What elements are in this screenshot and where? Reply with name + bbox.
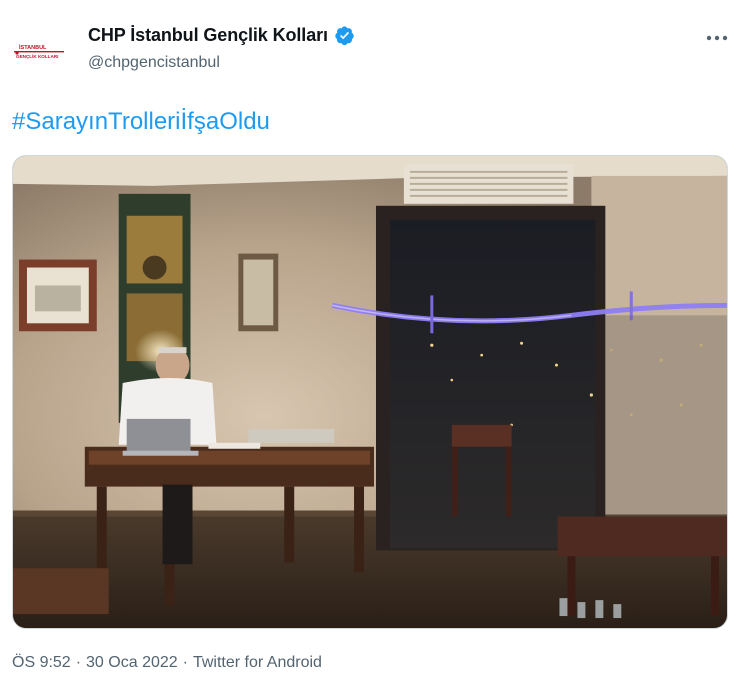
- avatar[interactable]: İSTANBUL GENÇLİK KOLLARI: [10, 22, 68, 80]
- meta-separator: ·: [182, 654, 188, 671]
- author-display-name[interactable]: CHP İstanbul Gençlik Kolları: [88, 25, 328, 46]
- tweet-photo[interactable]: [12, 155, 728, 629]
- tweet-meta: ÖS 9:52 · 30 Oca 2022 · Twitter for Andr…: [12, 654, 322, 672]
- more-horizontal-icon[interactable]: [704, 28, 730, 48]
- chp-logo-icon: İSTANBUL GENÇLİK KOLLARI: [14, 44, 64, 59]
- verified-badge-icon: [335, 26, 354, 46]
- tweet-date[interactable]: 30 Oca 2022: [86, 654, 178, 672]
- tweet-card: İSTANBUL GENÇLİK KOLLARI CHP İstanbul Ge…: [0, 0, 750, 700]
- author-handle[interactable]: @chpgencistanbul: [88, 54, 220, 72]
- hashtag-link[interactable]: #SarayınTrolleriİfşaOldu: [12, 108, 270, 135]
- svg-text:GENÇLİK KOLLARI: GENÇLİK KOLLARI: [16, 53, 58, 59]
- meta-separator: ·: [75, 654, 82, 671]
- tweet-text: #SarayınTrolleriİfşaOldu: [12, 108, 270, 136]
- tweet-source[interactable]: Twitter for Android: [193, 654, 322, 672]
- author-name-row: CHP İstanbul Gençlik Kolları: [88, 25, 355, 46]
- photo-image: [13, 156, 727, 628]
- tweet-time[interactable]: ÖS 9:52: [12, 654, 71, 672]
- svg-text:İSTANBUL: İSTANBUL: [19, 44, 47, 51]
